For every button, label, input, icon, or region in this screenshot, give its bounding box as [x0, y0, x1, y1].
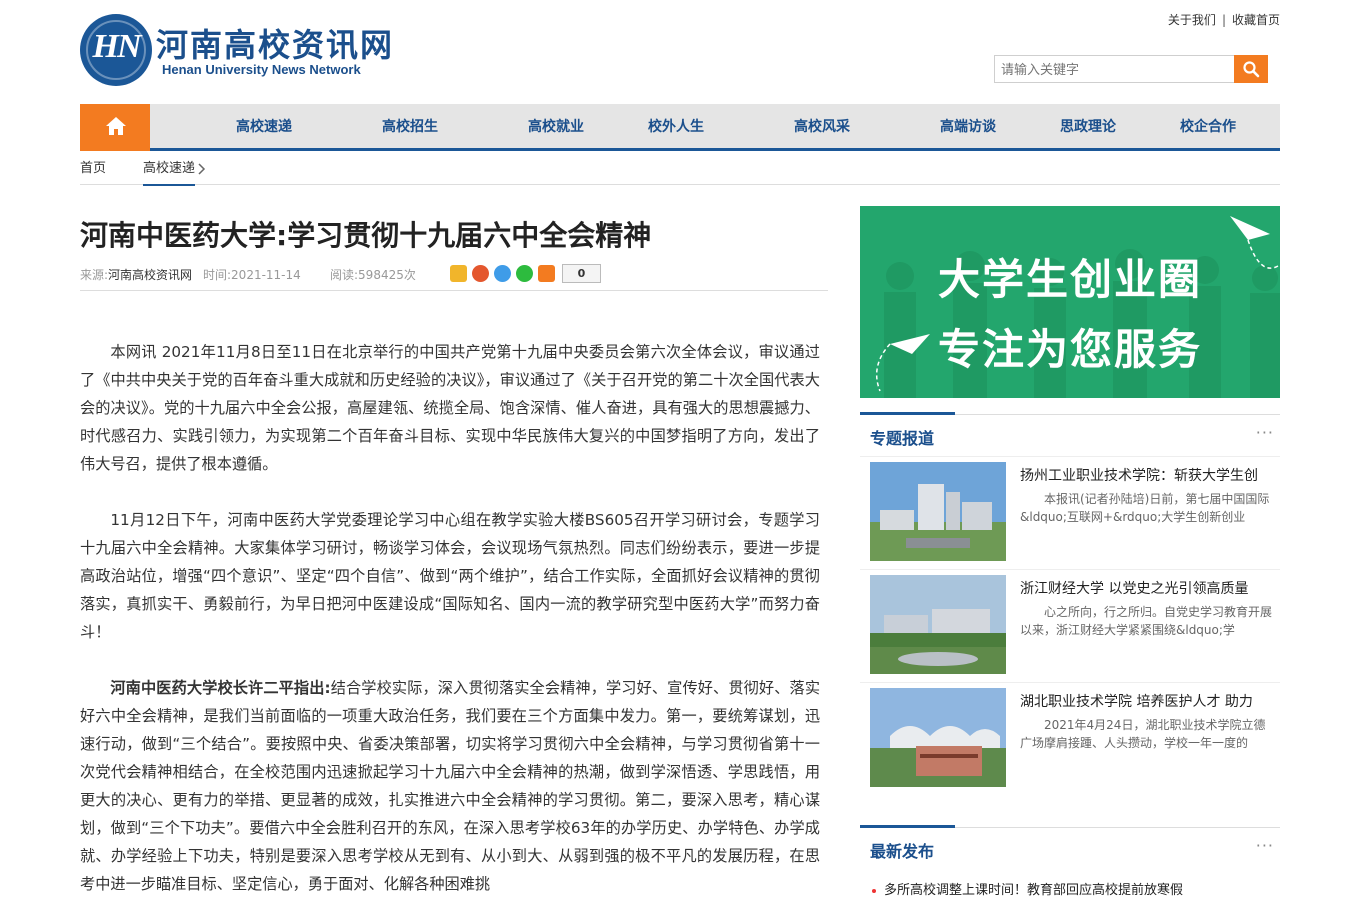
- latest-more-button[interactable]: ···: [1256, 836, 1274, 855]
- about-us-link[interactable]: 关于我们: [1168, 13, 1216, 27]
- article-title: 河南中医药大学:学习贯彻十九届六中全会精神: [80, 219, 652, 252]
- special-reports-title: 专题报道: [870, 429, 935, 448]
- source-label: 来源:: [80, 268, 109, 282]
- news-summary: 心之所向，行之所归。自党史学习教育开展以来，浙江财经大学紧紧围绕&ldquo;学: [1020, 605, 1273, 637]
- news-title[interactable]: 湖北职业技术学院 培养医护人才 助力: [1020, 691, 1275, 711]
- latest-item[interactable]: 多所高校调整上课时间！教育部回应高校提前放寒假: [872, 879, 1183, 898]
- nav-item-admission[interactable]: 高校招生: [382, 104, 438, 151]
- news-title[interactable]: 浙江财经大学 以党史之光引领高质量: [1020, 578, 1275, 598]
- breadcrumb: 首页 高校速递: [80, 154, 1280, 186]
- logo-emblem: HN: [80, 14, 152, 86]
- article-meta: 来源:河南高校资讯网 时间:2021-11-14 阅读:598425次 0: [80, 262, 828, 291]
- news-summary: 2021年4月24日，湖北职业技术学院立德广场摩肩接踵、人头攒动，学校一年一度的: [1020, 718, 1266, 750]
- site-name-en: Henan University News Network: [162, 62, 361, 77]
- nav-item-interview[interactable]: 高端访谈: [940, 104, 996, 151]
- share-wechat-icon[interactable]: [516, 265, 533, 282]
- campus-gate-image: [870, 688, 1006, 787]
- article-body: 本网讯 2021年11月8日至11日在北京举行的中国共产党第十九届中央委员会第六…: [80, 338, 820, 900]
- list-item[interactable]: 浙江财经大学 以党史之光引领高质量 心之所向，行之所归。自党史学习教育开展以来，…: [860, 569, 1280, 677]
- time-label: 时间:: [203, 268, 232, 282]
- banner-line-1: 大学生创业圈: [937, 255, 1202, 304]
- top-links: 关于我们 | 收藏首页: [1168, 11, 1280, 28]
- nav-item-employment[interactable]: 高校就业: [528, 104, 584, 151]
- news-summary: 本报讯(记者孙陆培)日前，第七届中国国际&ldquo;互联网+&rdquo;大学…: [1020, 492, 1270, 524]
- article-views: 598425次: [358, 268, 416, 282]
- article-paragraph-3: 河南中医药大学校长许二平指出:结合学校实际，深入贯彻落实全会精神，学习好、宣传好…: [80, 674, 820, 898]
- site-name-cn: 河南高校资讯网: [156, 26, 395, 64]
- news-thumbnail[interactable]: [870, 462, 1006, 561]
- news-thumbnail[interactable]: [870, 575, 1006, 674]
- nav-item-campus[interactable]: 高校风采: [794, 104, 850, 151]
- campus-lake-image: [870, 575, 1006, 674]
- share-more-icon[interactable]: [538, 265, 555, 282]
- sidebar-banner[interactable]: 大学生创业圈 专注为您服务: [860, 206, 1280, 398]
- search-bar: [994, 55, 1268, 83]
- latest-title: 最新发布: [870, 842, 935, 861]
- nav-home-button[interactable]: [80, 104, 150, 151]
- article-paragraph-1: 本网讯 2021年11月8日至11日在北京举行的中国共产党第十九届中央委员会第六…: [80, 343, 820, 473]
- logo-mark: HN: [92, 28, 142, 65]
- special-reports-header: 专题报道 ···: [860, 412, 1280, 458]
- breadcrumb-home[interactable]: 首页: [80, 154, 106, 184]
- search-input[interactable]: [994, 55, 1234, 83]
- share-qzone-icon[interactable]: [450, 265, 467, 282]
- section-accent-bar: [860, 412, 955, 415]
- share-weibo-icon[interactable]: [472, 265, 489, 282]
- bullet-icon: [872, 888, 876, 893]
- article-time: 2021-11-14: [231, 268, 301, 282]
- list-item[interactable]: 扬州工业职业技术学院：斩获大学生创 本报讯(记者孙陆培)日前，第七届中国国际&l…: [860, 456, 1280, 564]
- search-button[interactable]: [1234, 55, 1268, 83]
- news-thumbnail[interactable]: [870, 688, 1006, 787]
- special-reports-more-button[interactable]: ···: [1256, 423, 1274, 442]
- paragraph-3-text: 结合学校实际，深入贯彻落实全会精神，学习好、宣传好、贯彻好、落实好六中全会精神，…: [80, 679, 821, 893]
- latest-item-title[interactable]: 多所高校调整上课时间！教育部回应高校提前放寒假: [884, 883, 1183, 898]
- list-item[interactable]: 湖北职业技术学院 培养医护人才 助力 2021年4月24日，湖北职业技术学院立德…: [860, 682, 1280, 790]
- news-title[interactable]: 扬州工业职业技术学院：斩获大学生创: [1020, 465, 1275, 485]
- nav-item-cooperation[interactable]: 校企合作: [1180, 104, 1236, 151]
- top-links-separator: |: [1221, 13, 1226, 27]
- nav-item-theory[interactable]: 思政理论: [1060, 104, 1116, 151]
- home-icon: [106, 117, 126, 135]
- chevron-right-icon: [198, 163, 206, 175]
- bookmark-link[interactable]: 收藏首页: [1232, 13, 1280, 27]
- search-icon: [1243, 61, 1260, 78]
- latest-header: 最新发布 ···: [860, 825, 1280, 871]
- breadcrumb-current[interactable]: 高校速递: [143, 154, 196, 186]
- main-nav: 高校速递 高校招生 高校就业 校外人生 高校风采 高端访谈 思政理论 校企合作: [80, 104, 1280, 151]
- site-logo[interactable]: HN 河南高校资讯网 Henan University News Network: [80, 14, 392, 88]
- views-label: 阅读:: [330, 268, 359, 282]
- campus-building-image: [870, 462, 1006, 561]
- share-count: 0: [562, 264, 601, 283]
- article-source[interactable]: 河南高校资讯网: [108, 268, 192, 282]
- section-accent-bar: [860, 825, 955, 828]
- nav-item-life[interactable]: 校外人生: [648, 104, 704, 151]
- paragraph-3-lead: 河南中医药大学校长许二平指出:: [110, 679, 331, 697]
- article-paragraph-2: 11月12日下午，河南中医药大学党委理论学习中心组在教学实验大楼BS605召开学…: [80, 511, 820, 641]
- share-tencent-icon[interactable]: [494, 265, 511, 282]
- banner-line-2: 专注为您服务: [937, 325, 1202, 374]
- nav-item-express[interactable]: 高校速递: [236, 104, 292, 151]
